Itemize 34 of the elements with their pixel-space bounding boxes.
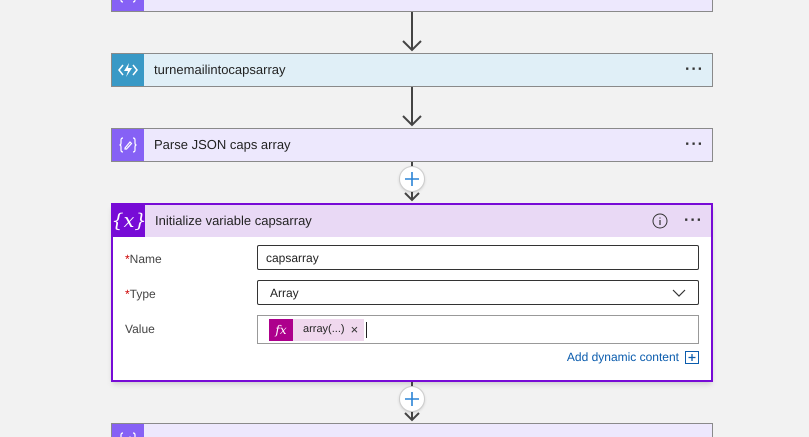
card-title: Parse JSON caps array <box>154 136 292 154</box>
plus-icon <box>404 391 420 407</box>
variable-icon: {x} <box>112 206 146 236</box>
field-label: Value <box>125 321 155 338</box>
action-card[interactable]: turnemailintocapsarray ··· <box>111 53 713 87</box>
token-text: array(...) <box>303 322 345 338</box>
action-card[interactable]: Parse JSON caps array ··· <box>111 128 713 162</box>
more-menu-button[interactable]: ··· <box>685 137 704 153</box>
action-card[interactable]: {x} Initialize variable capsarray ··· *Name capsarray *Type Array Value fx array(...) × Add dynamic content <box>111 203 713 382</box>
add-step-button[interactable] <box>399 386 425 412</box>
field-label: Type <box>130 286 156 303</box>
name-input-field[interactable]: capsarray <box>257 245 699 270</box>
dropdown-value: Array <box>270 284 299 302</box>
lightning-code-icon <box>118 62 138 78</box>
type-dropdown[interactable]: Array <box>257 280 699 305</box>
more-menu-button[interactable]: ··· <box>684 213 703 229</box>
card-title: Initialize variable capsarray <box>155 212 313 230</box>
plus-icon <box>404 171 420 187</box>
card-title: turnemailintocapsarray <box>154 61 287 80</box>
info-icon[interactable] <box>652 213 668 229</box>
field-label: Name <box>130 251 162 268</box>
chevron-down-icon <box>672 288 686 296</box>
add-dynamic-content-link[interactable]: Add dynamic content <box>566 348 679 366</box>
value-input-field[interactable]: fx array(...) × <box>257 315 699 344</box>
required-mark: * <box>125 251 130 268</box>
more-menu-button[interactable]: ··· <box>685 62 704 78</box>
function-icon: fx <box>269 318 293 340</box>
add-step-button[interactable] <box>399 166 425 192</box>
required-mark: * <box>125 286 130 303</box>
expression-token[interactable]: fx array(...) × <box>269 318 364 340</box>
braces-pencil-icon <box>119 137 137 153</box>
add-box-icon[interactable] <box>685 350 699 364</box>
text-cursor <box>366 322 368 338</box>
remove-token-button[interactable]: × <box>350 320 358 340</box>
